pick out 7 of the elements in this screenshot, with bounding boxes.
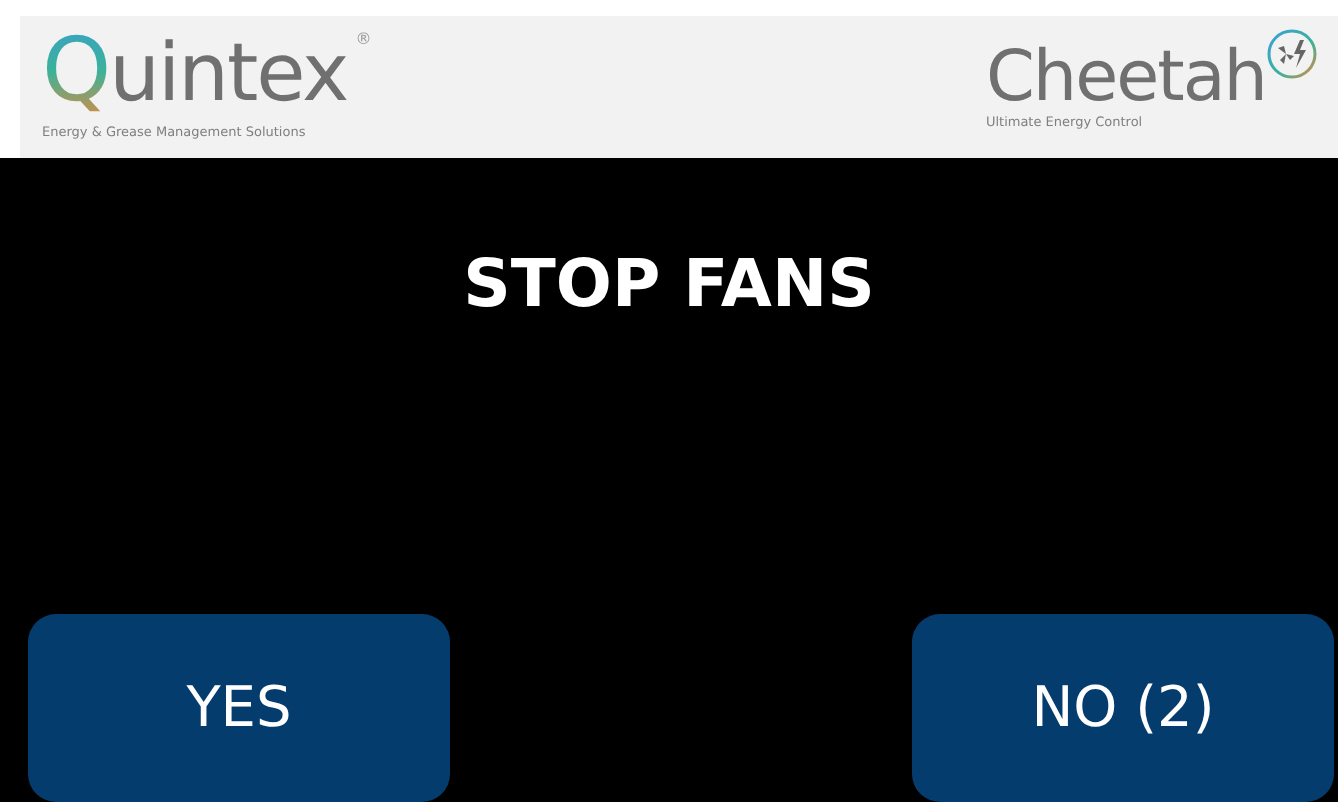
logo-text: Cheetah (985, 44, 1266, 114)
choice-button[interactable]: YES (28, 614, 450, 802)
registered-mark: ® (355, 28, 372, 52)
fan-bolt-icon (1266, 28, 1318, 80)
logo-text: Quintex (42, 28, 348, 116)
screen-title: STOP FANS (461, 242, 877, 326)
choice-button[interactable]: NO (2) (912, 614, 1334, 802)
